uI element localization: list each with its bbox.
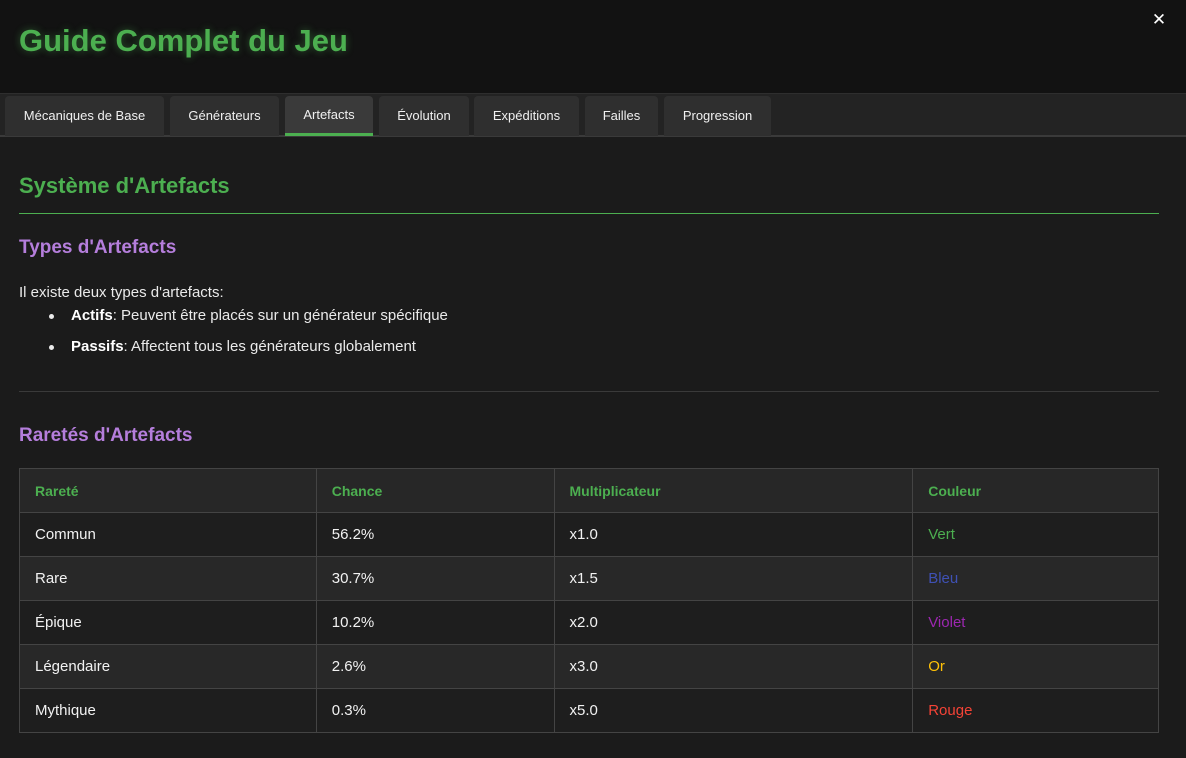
types-intro: Il existe deux types d'artefacts:: [19, 284, 224, 301]
list-item: Actifs: Peuvent être placés sur un génér…: [19, 307, 448, 338]
chance-cell: 2.6%: [315, 644, 555, 689]
tab-mecaniques-de-base[interactable]: Mécaniques de Base: [5, 96, 164, 136]
chance-cell: 30.7%: [315, 556, 555, 601]
chance-cell: 10.2%: [315, 600, 555, 645]
color-cell: Violet: [912, 600, 1159, 645]
bullet-icon: [49, 314, 54, 319]
table-row: Mythique 0.3% x5.0 Rouge: [19, 688, 1159, 733]
rarity-table: Rareté Chance Multiplicateur Couleur Com…: [19, 468, 1159, 733]
tab-artefacts[interactable]: Artefacts: [285, 96, 373, 136]
tab-progression[interactable]: Progression: [664, 96, 771, 136]
window-header: Guide Complet du Jeu ✕: [0, 0, 1186, 93]
color-cell: Rouge: [912, 688, 1159, 733]
page-title: Guide Complet du Jeu: [19, 23, 348, 58]
column-header-chance: Chance: [315, 468, 555, 513]
chance-cell: 0.3%: [315, 688, 555, 733]
multiplier-cell: x1.0: [553, 512, 914, 557]
chance-cell: 56.2%: [315, 512, 555, 557]
tab-bar: Mécaniques de Base Générateurs Artefacts…: [0, 93, 1186, 137]
type-description: : Peuvent être placés sur un générateur …: [112, 307, 448, 324]
close-icon[interactable]: ✕: [1148, 9, 1170, 31]
tab-expeditions[interactable]: Expéditions: [474, 96, 579, 136]
color-cell: Bleu: [912, 556, 1159, 601]
multiplier-cell: x2.0: [553, 600, 914, 645]
types-heading: Types d'Artefacts: [19, 237, 177, 258]
type-description: : Affectent tous les générateurs globale…: [123, 338, 416, 355]
list-item: Passifs: Affectent tous les générateurs …: [19, 338, 448, 369]
tab-failles[interactable]: Failles: [585, 96, 658, 136]
rarities-heading: Raretés d'Artefacts: [19, 425, 193, 446]
multiplier-cell: x1.5: [553, 556, 914, 601]
multiplier-cell: x3.0: [553, 644, 914, 689]
tab-evolution[interactable]: Évolution: [379, 96, 469, 136]
color-cell: Or: [912, 644, 1159, 689]
divider: [19, 391, 1159, 392]
section-divider: [19, 213, 1159, 214]
type-term: Passifs: [71, 338, 124, 355]
rarity-cell: Légendaire: [19, 644, 317, 689]
color-cell: Vert: [912, 512, 1159, 557]
section-title: Système d'Artefacts: [19, 173, 230, 198]
table-header-row: Rareté Chance Multiplicateur Couleur: [19, 468, 1159, 513]
column-header-multiplicateur: Multiplicateur: [553, 468, 914, 513]
table-row: Commun 56.2% x1.0 Vert: [19, 512, 1159, 557]
tab-generateurs[interactable]: Générateurs: [170, 96, 279, 136]
rarity-cell: Épique: [19, 600, 317, 645]
table-row: Rare 30.7% x1.5 Bleu: [19, 556, 1159, 601]
bullet-icon: [49, 345, 54, 350]
type-term: Actifs: [71, 307, 113, 324]
table-row: Épique 10.2% x2.0 Violet: [19, 600, 1159, 645]
rarity-cell: Mythique: [19, 688, 317, 733]
column-header-rarete: Rareté: [19, 468, 317, 513]
rarity-cell: Rare: [19, 556, 317, 601]
types-list: Actifs: Peuvent être placés sur un génér…: [19, 307, 448, 369]
multiplier-cell: x5.0: [553, 688, 914, 733]
column-header-couleur: Couleur: [912, 468, 1159, 513]
table-row: Légendaire 2.6% x3.0 Or: [19, 644, 1159, 689]
rarity-cell: Commun: [19, 512, 317, 557]
